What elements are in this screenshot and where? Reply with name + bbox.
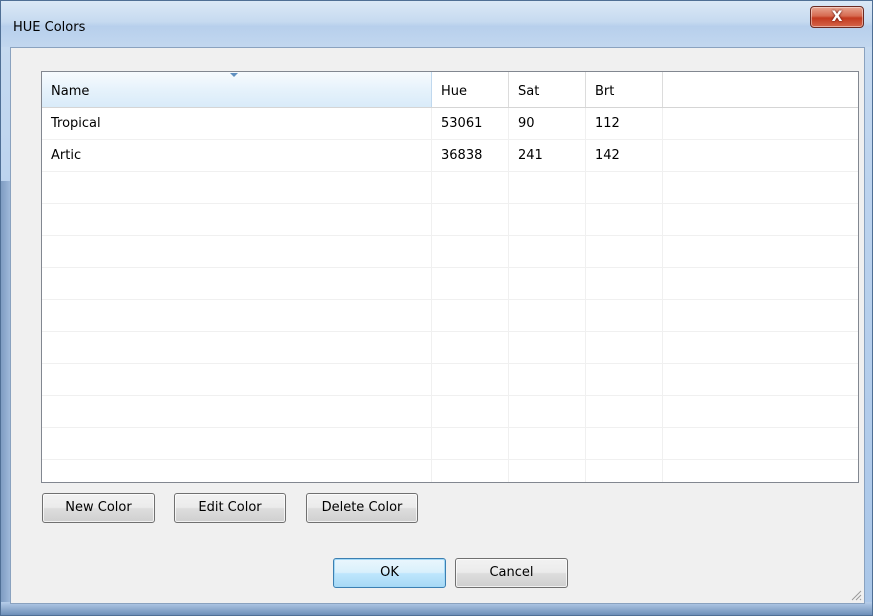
empty-row xyxy=(42,172,858,204)
close-button[interactable]: X xyxy=(810,6,864,28)
new-color-button[interactable]: New Color xyxy=(42,493,155,523)
empty-row xyxy=(42,460,858,482)
resize-grip-icon[interactable] xyxy=(850,589,862,601)
hue-colors-list[interactable]: Name Hue Sat Brt Tropical 53061 90 112 A… xyxy=(41,71,859,483)
table-row[interactable]: Artic 36838 241 142 xyxy=(42,140,858,172)
empty-row xyxy=(42,332,858,364)
cell-hue: 36838 xyxy=(441,148,483,163)
cell-name: Artic xyxy=(51,148,82,163)
title-bar[interactable]: HUE Colors X xyxy=(1,1,872,47)
empty-row xyxy=(42,364,858,396)
empty-row xyxy=(42,396,858,428)
cell-brt: 112 xyxy=(595,116,620,131)
empty-row xyxy=(42,300,858,332)
empty-row xyxy=(42,428,858,460)
column-header-label: Hue xyxy=(441,84,468,99)
hue-colors-dialog: HUE Colors X Name Hue Sat Brt Tropical 5… xyxy=(0,0,873,616)
column-header-filler xyxy=(663,72,858,107)
sort-descending-icon xyxy=(230,73,238,77)
window-frame-left xyxy=(1,181,10,611)
close-icon: X xyxy=(831,9,843,25)
delete-color-button[interactable]: Delete Color xyxy=(306,493,418,523)
column-header-label: Brt xyxy=(595,84,615,99)
window-title: HUE Colors xyxy=(13,20,86,35)
column-header-name[interactable]: Name xyxy=(42,72,432,107)
cell-brt: 142 xyxy=(595,148,620,163)
cancel-button[interactable]: Cancel xyxy=(455,558,568,588)
column-header-hue[interactable]: Hue xyxy=(432,72,509,107)
column-header-label: Name xyxy=(51,84,90,99)
cell-sat: 241 xyxy=(518,148,543,163)
list-header: Name Hue Sat Brt xyxy=(42,72,858,108)
cell-name: Tropical xyxy=(51,116,101,131)
list-body: Tropical 53061 90 112 Artic 36838 241 14… xyxy=(42,108,858,482)
empty-row xyxy=(42,204,858,236)
column-header-sat[interactable]: Sat xyxy=(509,72,586,107)
edit-color-button[interactable]: Edit Color xyxy=(174,493,286,523)
cell-hue: 53061 xyxy=(441,116,483,131)
column-header-brt[interactable]: Brt xyxy=(586,72,663,107)
cell-sat: 90 xyxy=(518,116,535,131)
ok-button[interactable]: OK xyxy=(333,558,446,588)
empty-row xyxy=(42,268,858,300)
empty-row xyxy=(42,236,858,268)
dialog-client-area: Name Hue Sat Brt Tropical 53061 90 112 A… xyxy=(10,47,865,604)
table-row[interactable]: Tropical 53061 90 112 xyxy=(42,108,858,140)
column-header-label: Sat xyxy=(518,84,540,99)
